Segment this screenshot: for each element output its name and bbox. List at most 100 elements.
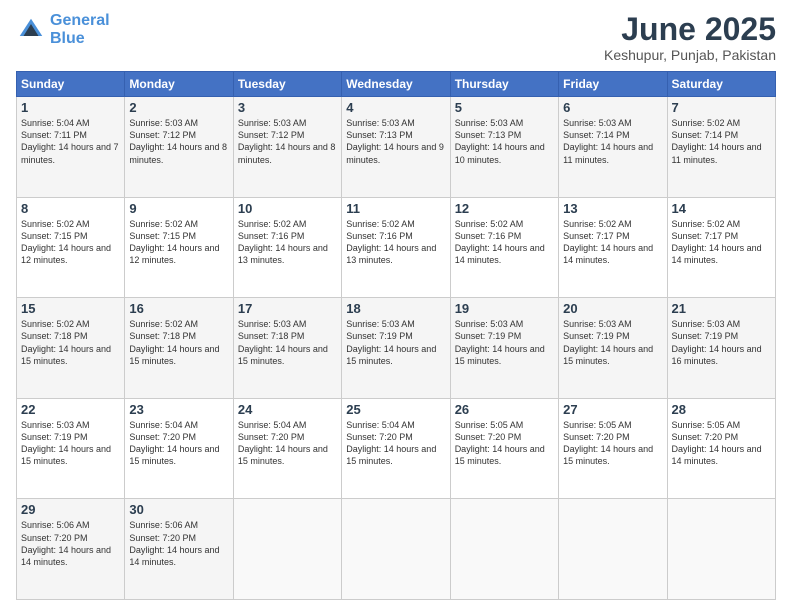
calendar-cell: [342, 499, 450, 600]
day-info: Sunrise: 5:04 AMSunset: 7:20 PMDaylight:…: [238, 419, 337, 468]
calendar-cell: 29Sunrise: 5:06 AMSunset: 7:20 PMDayligh…: [17, 499, 125, 600]
weekday-header-sunday: Sunday: [17, 72, 125, 97]
header: General Blue June 2025 Keshupur, Punjab,…: [16, 12, 776, 63]
calendar-cell: 17 Sunrise: 5:03 AMSunset: 7:18 PMDayligh…: [233, 298, 341, 399]
calendar-week-2: 8 Sunrise: 5:02 AMSunset: 7:15 PMDaylight…: [17, 197, 776, 298]
weekday-header-tuesday: Tuesday: [233, 72, 341, 97]
day-info: Sunrise: 5:02 AMSunset: 7:18 PMDaylight:…: [21, 318, 120, 367]
day-number: 20: [563, 301, 662, 316]
day-number: 3: [238, 100, 337, 115]
day-number: 21: [672, 301, 771, 316]
day-info: Sunrise: 5:05 AMSunset: 7:20 PMDaylight:…: [672, 419, 771, 468]
day-info: Sunrise: 5:02 AMSunset: 7:15 PMDaylight:…: [129, 218, 228, 267]
calendar-cell: 27 Sunrise: 5:05 AMSunset: 7:20 PMDayligh…: [559, 398, 667, 499]
day-number: 26: [455, 402, 554, 417]
calendar-cell: 25 Sunrise: 5:04 AMSunset: 7:20 PMDayligh…: [342, 398, 450, 499]
calendar-cell: 11Sunrise: 5:02 AMSunset: 7:16 PMDayligh…: [342, 197, 450, 298]
location: Keshupur, Punjab, Pakistan: [604, 47, 776, 63]
calendar-cell: 2Sunrise: 5:03 AMSunset: 7:12 PMDaylight…: [125, 97, 233, 198]
calendar-cell: 16 Sunrise: 5:02 AMSunset: 7:18 PMDayligh…: [125, 298, 233, 399]
calendar-cell: 24Sunrise: 5:04 AMSunset: 7:20 PMDayligh…: [233, 398, 341, 499]
day-number: 18: [346, 301, 445, 316]
title-section: June 2025 Keshupur, Punjab, Pakistan: [604, 12, 776, 63]
day-info: Sunrise: 5:04 AMSunset: 7:11 PMDaylight:…: [21, 117, 120, 166]
day-info: Sunrise: 5:02 AMSunset: 7:16 PMDaylight:…: [238, 218, 337, 267]
calendar-cell: [559, 499, 667, 600]
calendar-cell: 18Sunrise: 5:03 AMSunset: 7:19 PMDayligh…: [342, 298, 450, 399]
day-info: Sunrise: 5:02 AMSunset: 7:15 PMDaylight:…: [21, 218, 120, 267]
day-number: 16: [129, 301, 228, 316]
day-info: Sunrise: 5:02 AMSunset: 7:16 PMDaylight:…: [346, 218, 445, 267]
day-info: Sunrise: 5:03 AMSunset: 7:12 PMDaylight:…: [129, 117, 228, 166]
calendar-week-1: 1Sunrise: 5:04 AMSunset: 7:11 PMDaylight…: [17, 97, 776, 198]
day-number: 6: [563, 100, 662, 115]
day-info: Sunrise: 5:05 AMSunset: 7:20 PMDaylight:…: [455, 419, 554, 468]
day-info: Sunrise: 5:06 AMSunset: 7:20 PMDaylight:…: [129, 519, 228, 568]
month-title: June 2025: [604, 12, 776, 47]
calendar-cell: 20 Sunrise: 5:03 AMSunset: 7:19 PMDayligh…: [559, 298, 667, 399]
day-info: Sunrise: 5:03 AMSunset: 7:19 PMDaylight:…: [455, 318, 554, 367]
calendar-cell: 5Sunrise: 5:03 AMSunset: 7:13 PMDaylight…: [450, 97, 558, 198]
logo-text: General Blue: [50, 12, 110, 47]
day-number: 12: [455, 201, 554, 216]
day-number: 25: [346, 402, 445, 417]
calendar-cell: 7 Sunrise: 5:02 AMSunset: 7:14 PMDaylight…: [667, 97, 775, 198]
day-info: Sunrise: 5:03 AMSunset: 7:19 PMDaylight:…: [21, 419, 120, 468]
calendar-cell: [233, 499, 341, 600]
day-info: Sunrise: 5:03 AMSunset: 7:18 PMDaylight:…: [238, 318, 337, 367]
weekday-header-friday: Friday: [559, 72, 667, 97]
calendar-week-4: 22 Sunrise: 5:03 AMSunset: 7:19 PMDayligh…: [17, 398, 776, 499]
day-number: 27: [563, 402, 662, 417]
day-number: 7: [672, 100, 771, 115]
logo-line1: General: [50, 12, 110, 29]
day-info: Sunrise: 5:02 AMSunset: 7:16 PMDaylight:…: [455, 218, 554, 267]
calendar-cell: 8 Sunrise: 5:02 AMSunset: 7:15 PMDaylight…: [17, 197, 125, 298]
calendar-cell: 15 Sunrise: 5:02 AMSunset: 7:18 PMDayligh…: [17, 298, 125, 399]
weekday-header-saturday: Saturday: [667, 72, 775, 97]
day-info: Sunrise: 5:02 AMSunset: 7:17 PMDaylight:…: [563, 218, 662, 267]
day-number: 8: [21, 201, 120, 216]
calendar-cell: 12 Sunrise: 5:02 AMSunset: 7:16 PMDayligh…: [450, 197, 558, 298]
day-number: 13: [563, 201, 662, 216]
day-number: 9: [129, 201, 228, 216]
calendar-cell: 13 Sunrise: 5:02 AMSunset: 7:17 PMDayligh…: [559, 197, 667, 298]
calendar-cell: 9 Sunrise: 5:02 AMSunset: 7:15 PMDaylight…: [125, 197, 233, 298]
calendar-cell: 14 Sunrise: 5:02 AMSunset: 7:17 PMDayligh…: [667, 197, 775, 298]
day-number: 14: [672, 201, 771, 216]
day-info: Sunrise: 5:06 AMSunset: 7:20 PMDaylight:…: [21, 519, 120, 568]
day-number: 10: [238, 201, 337, 216]
weekday-header-thursday: Thursday: [450, 72, 558, 97]
day-info: Sunrise: 5:04 AMSunset: 7:20 PMDaylight:…: [346, 419, 445, 468]
calendar-cell: 4Sunrise: 5:03 AMSunset: 7:13 PMDaylight…: [342, 97, 450, 198]
calendar-cell: [450, 499, 558, 600]
day-number: 17: [238, 301, 337, 316]
calendar-cell: 19Sunrise: 5:03 AMSunset: 7:19 PMDayligh…: [450, 298, 558, 399]
weekday-header-wednesday: Wednesday: [342, 72, 450, 97]
logo-icon: [16, 15, 46, 45]
calendar-cell: 22 Sunrise: 5:03 AMSunset: 7:19 PMDayligh…: [17, 398, 125, 499]
day-number: 30: [129, 502, 228, 517]
calendar-cell: 26 Sunrise: 5:05 AMSunset: 7:20 PMDayligh…: [450, 398, 558, 499]
calendar-cell: 23 Sunrise: 5:04 AMSunset: 7:20 PMDayligh…: [125, 398, 233, 499]
day-info: Sunrise: 5:02 AMSunset: 7:14 PMDaylight:…: [672, 117, 771, 166]
day-info: Sunrise: 5:05 AMSunset: 7:20 PMDaylight:…: [563, 419, 662, 468]
day-number: 23: [129, 402, 228, 417]
day-info: Sunrise: 5:03 AMSunset: 7:13 PMDaylight:…: [346, 117, 445, 166]
day-number: 28: [672, 402, 771, 417]
logo-line2: Blue: [50, 30, 110, 48]
weekday-header-monday: Monday: [125, 72, 233, 97]
day-info: Sunrise: 5:03 AMSunset: 7:14 PMDaylight:…: [563, 117, 662, 166]
calendar-cell: 1Sunrise: 5:04 AMSunset: 7:11 PMDaylight…: [17, 97, 125, 198]
day-number: 22: [21, 402, 120, 417]
day-info: Sunrise: 5:03 AMSunset: 7:13 PMDaylight:…: [455, 117, 554, 166]
day-info: Sunrise: 5:02 AMSunset: 7:18 PMDaylight:…: [129, 318, 228, 367]
calendar-week-3: 15 Sunrise: 5:02 AMSunset: 7:18 PMDayligh…: [17, 298, 776, 399]
calendar-cell: [667, 499, 775, 600]
day-info: Sunrise: 5:04 AMSunset: 7:20 PMDaylight:…: [129, 419, 228, 468]
day-info: Sunrise: 5:03 AMSunset: 7:19 PMDaylight:…: [563, 318, 662, 367]
calendar-cell: 10 Sunrise: 5:02 AMSunset: 7:16 PMDayligh…: [233, 197, 341, 298]
day-info: Sunrise: 5:03 AMSunset: 7:19 PMDaylight:…: [672, 318, 771, 367]
day-info: Sunrise: 5:02 AMSunset: 7:17 PMDaylight:…: [672, 218, 771, 267]
calendar-week-5: 29Sunrise: 5:06 AMSunset: 7:20 PMDayligh…: [17, 499, 776, 600]
day-number: 15: [21, 301, 120, 316]
